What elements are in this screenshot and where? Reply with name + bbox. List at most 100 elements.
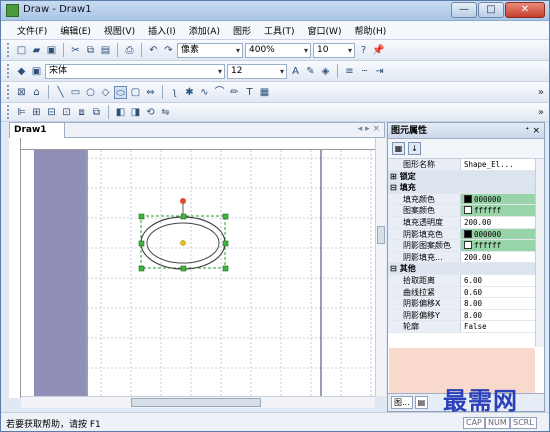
cut-icon[interactable]: ✂ (69, 44, 82, 57)
font-select[interactable]: 宋体 ▾ (45, 63, 225, 79)
expand-toggle-icon[interactable]: ⊞ (390, 172, 397, 181)
properties-scrollbar[interactable] (535, 159, 544, 347)
property-row[interactable]: 填充颜色 000000 (388, 193, 544, 206)
menu-shape[interactable]: 图形 (233, 24, 251, 37)
menu-window[interactable]: 窗口(W) (308, 24, 342, 37)
maximize-button[interactable]: □ (478, 2, 504, 18)
close-button[interactable]: ✕ (505, 2, 545, 18)
circle-tool-icon[interactable]: ○ (84, 86, 97, 99)
connector-tool-icon[interactable]: ʅ (168, 86, 181, 99)
property-row[interactable]: 曲线拉紧 0.60 (388, 286, 544, 299)
sort-az-icon[interactable]: ↓ (408, 142, 421, 155)
ellipse-tool-icon[interactable]: ⬭ (114, 85, 127, 99)
property-row[interactable]: 拾取距离 6.00 (388, 274, 544, 287)
align-right-icon[interactable]: ⊟ (45, 106, 58, 119)
line-tool-icon[interactable]: ╲ (54, 86, 67, 99)
rotate-icon[interactable]: ⟲ (144, 106, 157, 119)
drawing-canvas[interactable] (21, 150, 375, 396)
print-icon[interactable]: ⎙ (123, 44, 136, 57)
star-tool-icon[interactable]: ✱ (183, 86, 196, 99)
polygon-tool-icon[interactable]: ◇ (99, 86, 112, 99)
property-value[interactable]: 000000 (461, 193, 544, 205)
vertical-scrollbar[interactable] (375, 138, 386, 396)
text-color-icon[interactable]: A (289, 65, 302, 78)
curve-tool-icon[interactable]: ⌒ (213, 86, 226, 99)
property-category[interactable]: ⊟ 填充 (388, 182, 544, 194)
send-back-icon[interactable]: ◨ (129, 106, 142, 119)
property-value[interactable]: 8.00 (461, 298, 544, 309)
align-center-icon[interactable]: ⊞ (30, 106, 43, 119)
scroll-thumb[interactable] (131, 398, 261, 407)
property-row[interactable]: 阴影图案颜色 ffffff (388, 240, 544, 252)
horizontal-scrollbar[interactable] (21, 396, 375, 408)
line-size-select[interactable]: 10 ▾ (313, 42, 355, 58)
toolbar-grip[interactable] (7, 43, 10, 57)
toolbar-overflow-icon[interactable]: » (538, 87, 544, 98)
property-value[interactable]: 0.60 (461, 287, 544, 298)
redo-icon[interactable]: ↷ (162, 44, 175, 57)
dash-style-icon[interactable]: ┄ (358, 65, 371, 78)
bring-front-icon[interactable]: ◧ (114, 106, 127, 119)
document-nav-controls[interactable]: ◂ ▸ × (358, 124, 380, 134)
arrow-tool-icon[interactable]: ⇔ (144, 86, 157, 99)
property-row[interactable]: 阴影填充色 000000 (388, 228, 544, 241)
property-value[interactable]: Shape_El... (461, 159, 544, 170)
property-row[interactable]: 轮廓 False (388, 321, 544, 333)
rectangle-tool-icon[interactable]: ▭ (69, 86, 82, 99)
text-tool-icon[interactable]: T (243, 86, 256, 99)
copy-icon[interactable]: ⧉ (84, 44, 97, 57)
menu-edit[interactable]: 编辑(E) (60, 24, 91, 37)
categorized-icon[interactable]: ▦ (392, 142, 405, 155)
property-value[interactable]: ffffff (461, 205, 544, 216)
paste-icon[interactable]: ▤ (99, 44, 112, 57)
pen-color-icon[interactable]: ✎ (304, 65, 317, 78)
menu-help[interactable]: 帮助(H) (354, 24, 386, 37)
property-value[interactable]: 200.00 (461, 217, 544, 228)
menu-file[interactable]: 文件(F) (17, 24, 47, 37)
flip-icon[interactable]: ⇋ (159, 106, 172, 119)
property-value[interactable]: 200.00 (461, 252, 544, 263)
indent-icon[interactable]: ⇥ (373, 65, 386, 78)
lasso-icon[interactable]: ⌂ (30, 86, 43, 99)
new-icon[interactable]: □ (15, 44, 28, 57)
font-size-select[interactable]: 12 ▾ (227, 63, 287, 79)
close-icon[interactable]: × (532, 123, 540, 139)
pin-icon[interactable]: ᐩ (525, 123, 529, 139)
unit-select[interactable]: 像素 ▾ (177, 42, 243, 58)
tab-draw1[interactable]: Draw1 (10, 123, 65, 138)
help-pointer-icon[interactable]: ? (357, 44, 370, 57)
property-value[interactable]: 6.00 (461, 275, 544, 286)
menu-insert[interactable]: 插入(I) (148, 24, 176, 37)
property-value[interactable]: 000000 (461, 228, 544, 240)
menu-tools[interactable]: 工具(T) (264, 24, 295, 37)
font-icon[interactable]: ▣ (30, 65, 43, 78)
menu-add[interactable]: 添加(A) (189, 24, 220, 37)
scroll-thumb[interactable] (377, 226, 385, 244)
round-rect-tool-icon[interactable]: ▢ (129, 86, 142, 99)
same-size-icon[interactable]: ⧈ (75, 106, 88, 119)
save-icon[interactable]: ▣ (45, 44, 58, 57)
property-row[interactable]: 阴影偏移Y 8.00 (388, 309, 544, 322)
pin-icon[interactable]: 📌 (372, 44, 385, 57)
tab-properties[interactable]: 图... (391, 396, 413, 409)
property-value[interactable]: ffffff (461, 240, 544, 251)
property-category[interactable]: ⊟ 其他 (388, 263, 544, 275)
minimize-button[interactable]: — (451, 2, 477, 18)
undo-icon[interactable]: ↶ (147, 44, 160, 57)
align-left-icon[interactable]: ⊫ (15, 106, 28, 119)
property-row[interactable]: 填充透明度 200.00 (388, 216, 544, 229)
select-icon[interactable]: ⊠ (15, 86, 28, 99)
bezier-tool-icon[interactable]: ∿ (198, 86, 211, 99)
property-row[interactable]: 阴影偏移X 8.00 (388, 298, 544, 310)
property-value[interactable]: False (461, 321, 544, 332)
property-category[interactable]: ⊞ 锁定 (388, 170, 544, 183)
expand-toggle-icon[interactable]: ⊟ (390, 183, 397, 192)
line-weight-icon[interactable]: ≡ (343, 65, 356, 78)
property-value[interactable]: 8.00 (461, 310, 544, 321)
property-row[interactable]: 图案颜色 ffffff (388, 205, 544, 217)
expand-toggle-icon[interactable]: ⊟ (390, 264, 397, 273)
image-tool-icon[interactable]: ▦ (258, 86, 271, 99)
style-icon[interactable]: ◆ (15, 65, 28, 78)
menu-view[interactable]: 视图(V) (104, 24, 135, 37)
tab-layers[interactable]: ▤ (414, 396, 429, 409)
